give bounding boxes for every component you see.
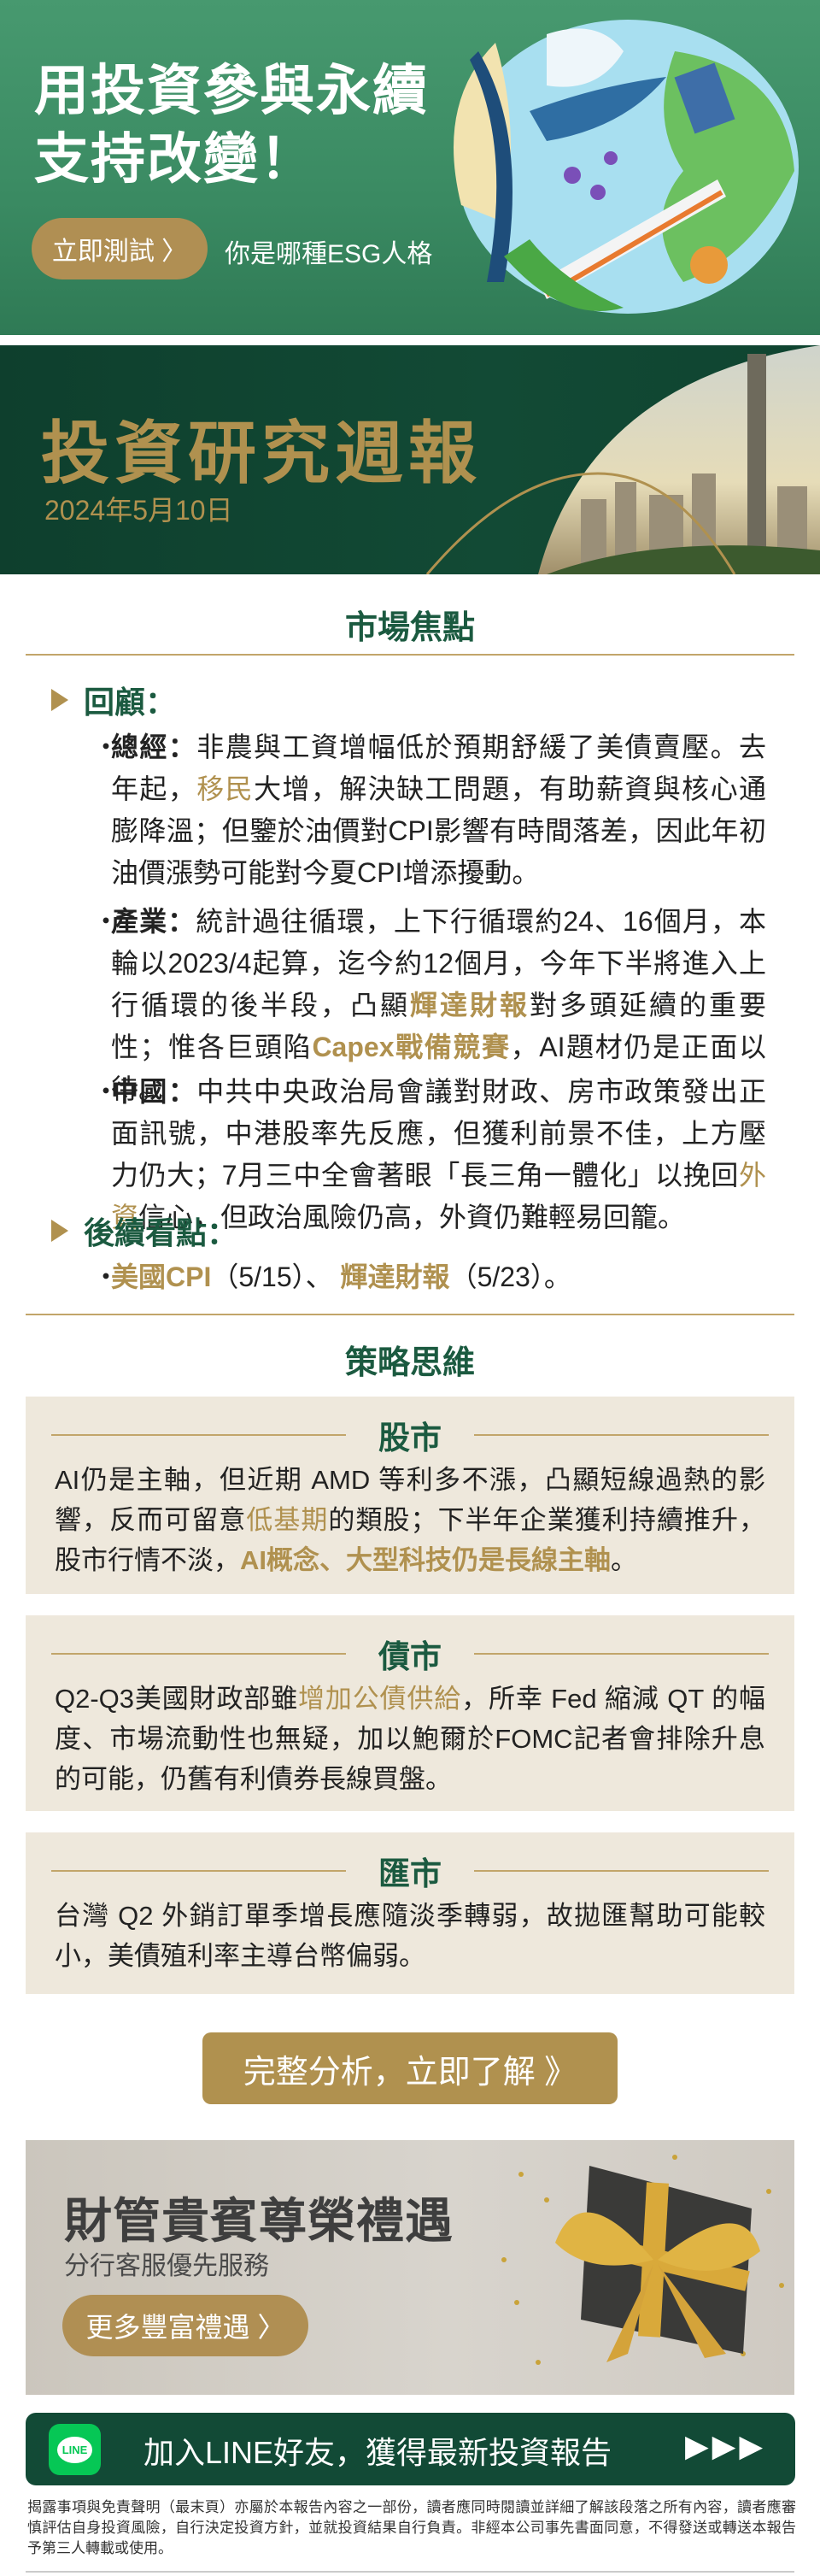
earth-illustration: [454, 20, 799, 314]
more-benefits-button[interactable]: 更多豐富禮遇 〉: [62, 2295, 308, 2356]
review-item-text: 總經：非農與工資增幅低於預期舒緩了美債賣壓。去年起，移民大增，解決缺工問題，有助…: [111, 726, 766, 894]
watch-item-text: 美國CPI（5/15）、 輝達財報（5/23）。: [111, 1256, 766, 1298]
bullet-dot: ・: [92, 732, 120, 762]
text-segment: Q2-Q3美國財政部雖: [55, 1684, 298, 1714]
disclaimer-text: 揭露事項與免責聲明（最末頁）亦屬於本報告內容之一部份，讀者應同時閱讀並詳細了解該…: [27, 2499, 796, 2556]
strategy-title: 策略思維: [344, 1345, 475, 1381]
strategy-box-heading: 債市: [51, 1631, 769, 1677]
divider: [474, 1653, 769, 1655]
line-join-label: 加入LINE好友，獲得最新投資報告: [144, 2435, 612, 2470]
highlight-text: Capex戰備競賽: [312, 1032, 511, 1062]
report-date: 2024年5月10日: [44, 495, 233, 526]
esg-title-line1: 用投資參與永續: [34, 60, 429, 121]
gift-subtitle: 分行客服優先服務: [64, 2252, 269, 2280]
strategy-box: 債市 Q2-Q3美國財政部雖增加公債供給，所幸 Fed 縮減 QT 的幅度、市場流…: [26, 1615, 794, 1811]
review-heading: 回顧：: [51, 678, 176, 722]
divider: [26, 2571, 794, 2573]
line-app-icon: LINE: [49, 2424, 101, 2475]
text-segment: 。: [611, 1545, 637, 1575]
vip-gift-banner[interactable]: 財管貴賓尊榮禮遇 分行客服優先服務 更多豐富禮遇 〉: [26, 2140, 794, 2395]
gift-title: 財管貴賓尊榮禮遇: [64, 2194, 454, 2248]
review-heading-label: 回顧：: [84, 685, 177, 720]
gift-box-image: [501, 2155, 784, 2365]
triangle-bullet-icon: [51, 689, 68, 711]
review-item: ・總經：非農與工資增幅低於預期舒緩了美債賣壓。去年起，移民大增，解決缺工問題，有…: [92, 726, 776, 894]
divider: [51, 1434, 346, 1436]
report-banner: 投資研究週報 2024年5月10日: [0, 345, 820, 574]
bullet-dot: ・: [92, 1262, 120, 1292]
esg-banner[interactable]: 用投資參與永續 支持改變！ 立即測試 〉 你是哪種ESG人格: [0, 0, 820, 335]
review-item-label: 產業：: [111, 906, 196, 937]
watch-heading-label: 後續看點：: [84, 1215, 238, 1250]
strategy-box-title: 債市: [378, 1639, 442, 1674]
text-segment: 中共中央政治局會議對財政、房市政策發出正面訊號，中港股率先反應，但獲利前景不佳，…: [111, 1076, 766, 1191]
strategy-box: 股市 AI仍是主軸，但近期 AMD 等利多不漲，凸顯短線過熱的影響，反而可留意低基…: [26, 1397, 794, 1594]
line-join-bar[interactable]: LINE 加入LINE好友，獲得最新投資報告 ▶▶▶: [26, 2413, 795, 2485]
strategy-box: 匯市台灣 Q2 外銷訂單季增長應隨淡季轉弱，故拋匯幫助可能較小，美債殖利率主導台…: [26, 1832, 794, 1994]
divider: [51, 1870, 346, 1872]
highlight-text: 輝達財報: [409, 990, 530, 1020]
divider: [26, 654, 794, 656]
strategy-box-body: AI仍是主軸，但近期 AMD 等利多不漲，凸顯短線過熱的影響，反而可留意低基期的…: [55, 1460, 765, 1580]
review-item-label: 總經：: [111, 732, 197, 762]
text-segment: 台灣 Q2 外銷訂單季增長應隨淡季轉弱，故拋匯幫助可能較小，美債殖利率主導台幣偏…: [55, 1901, 765, 1971]
esg-test-button[interactable]: 立即測試 〉: [32, 218, 208, 279]
esg-tagline: 你是哪種ESG人格: [225, 240, 433, 268]
review-item-label: 中國：: [111, 1076, 197, 1107]
triangle-bullet-icon: [51, 1220, 68, 1242]
full-analysis-button[interactable]: 完整分析，立即了解 》: [202, 2032, 618, 2104]
highlight-text: AI概念、大型科技仍是長線主軸: [240, 1545, 611, 1575]
watch-item: ・美國CPI（5/15）、 輝達財報（5/23）。: [92, 1256, 776, 1298]
esg-title-line2: 支持改變！: [34, 128, 316, 190]
play-arrows-icon: ▶▶▶: [685, 2428, 767, 2463]
watch-heading: 後續看點：: [51, 1209, 237, 1253]
strategy-box-heading: 匯市: [51, 1848, 769, 1894]
divider: [474, 1434, 769, 1436]
strategy-box-title: 匯市: [378, 1856, 442, 1891]
divider: [26, 1314, 794, 1315]
market-focus-title: 市場焦點: [344, 610, 475, 646]
taipei-skyline-photo: [425, 345, 820, 574]
highlight-text: 輝達財報: [340, 1262, 450, 1292]
divider: [51, 1653, 346, 1655]
highlight-text: 美國CPI: [111, 1262, 212, 1292]
text-segment: （5/23）。: [449, 1262, 571, 1292]
strategy-box-title: 股市: [378, 1420, 442, 1456]
line-icon-text: LINE: [56, 2436, 93, 2463]
divider: [474, 1870, 769, 1872]
highlight-text: 移民: [196, 773, 255, 804]
strategy-box-body: Q2-Q3美國財政部雖增加公債供給，所幸 Fed 縮減 QT 的幅度、市場流動性…: [55, 1679, 765, 1799]
strategy-box-heading: 股市: [51, 1412, 769, 1458]
highlight-text: 低基期: [246, 1505, 329, 1535]
highlight-text: 增加公債供給: [298, 1684, 462, 1714]
strategy-box-body: 台灣 Q2 外銷訂單季增長應隨淡季轉弱，故拋匯幫助可能較小，美債殖利率主導台幣偏…: [55, 1896, 765, 1976]
text-segment: （5/15）、: [211, 1262, 341, 1292]
